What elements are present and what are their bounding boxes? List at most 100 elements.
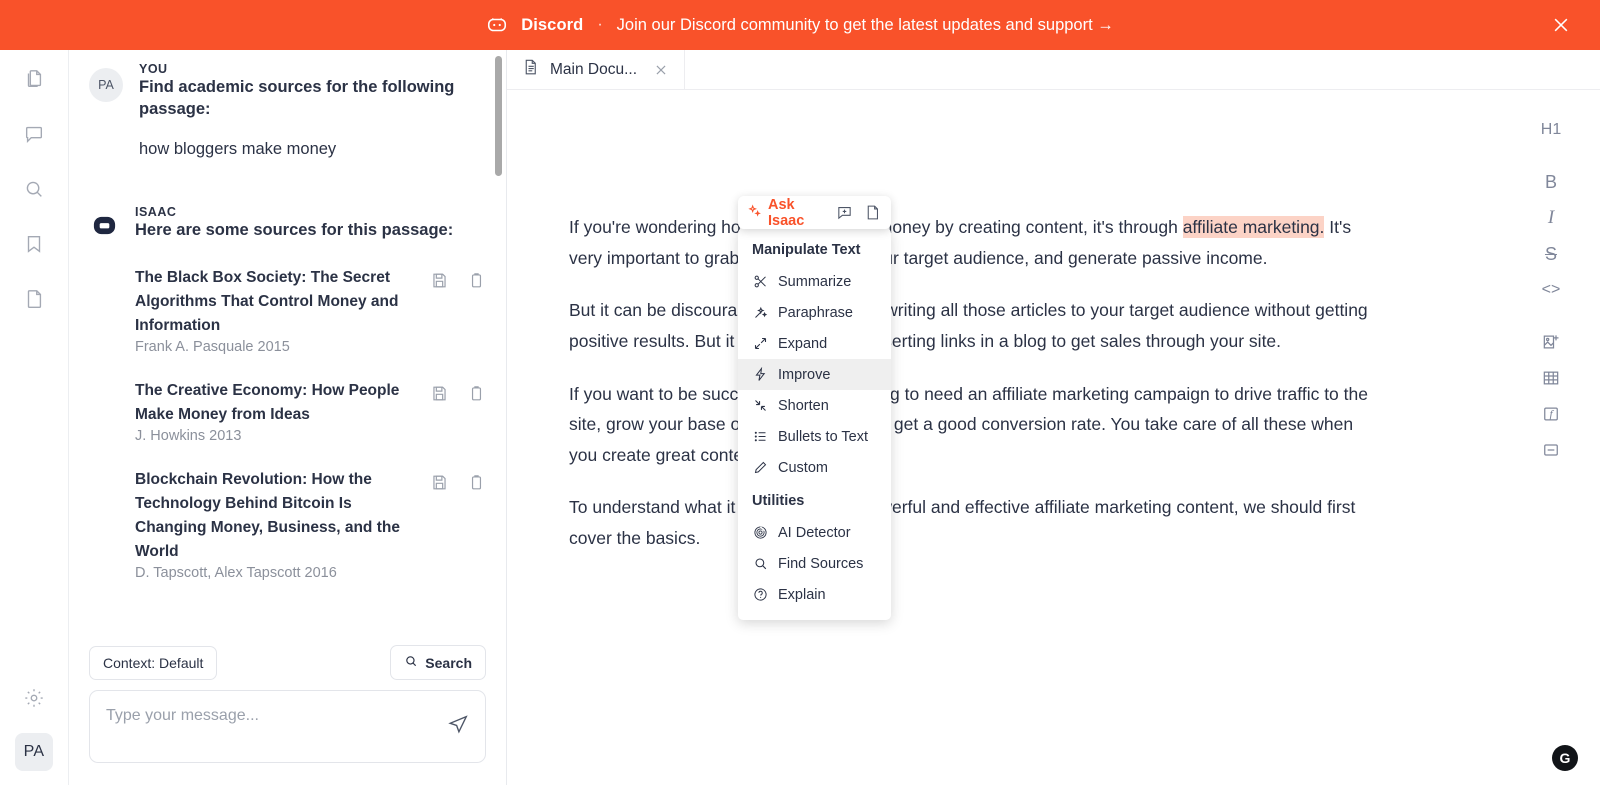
menu-item-ai-detector[interactable]: AI Detector: [738, 517, 891, 548]
context-button[interactable]: Context: Default: [89, 645, 218, 680]
sparkle-icon: [748, 204, 762, 222]
message-title: Find academic sources for the following …: [139, 78, 455, 118]
menu-item-label: AI Detector: [778, 524, 851, 541]
formula-icon[interactable]: f: [1533, 396, 1569, 432]
menu-item-find-sources[interactable]: Find Sources: [738, 548, 891, 579]
insert-image-icon[interactable]: [1533, 324, 1569, 360]
editor-panel: Main Docu... If you're wondering how blo…: [507, 50, 1600, 785]
app-root: Discord · Join our Discord community to …: [0, 0, 1600, 785]
ask-isaac-toolbar: Ask Isaac: [738, 196, 891, 229]
horizontal-rule-icon[interactable]: [1533, 432, 1569, 468]
chat-footer: Context: Default Search: [69, 645, 506, 785]
menu-item-paraphrase[interactable]: Paraphrase: [738, 297, 891, 328]
menu-item-summarize[interactable]: Summarize: [738, 266, 891, 297]
message-body: ISAAC Here are some sources for this pas…: [135, 205, 486, 581]
ask-isaac-button[interactable]: Ask Isaac: [748, 197, 825, 229]
code-icon[interactable]: <>: [1533, 272, 1569, 308]
source-actions: [430, 468, 486, 492]
chat-scrollbar[interactable]: [495, 56, 502, 176]
lightning-bolt-icon: [752, 367, 768, 382]
sidebar-item-search[interactable]: [17, 174, 51, 208]
formula-label: f: [1549, 406, 1553, 421]
insert-table-icon[interactable]: [1533, 360, 1569, 396]
document-body[interactable]: If you're wondering how bloggers make mo…: [507, 90, 1600, 554]
menu-item-label: Explain: [778, 586, 826, 603]
paragraph: To understand what it takes to create po…: [569, 497, 1356, 548]
copy-icon[interactable]: [467, 384, 486, 403]
menu-item-bullets-to-text[interactable]: Bullets to Text: [738, 421, 891, 452]
expand-arrows-icon: [752, 336, 768, 351]
grammar-badge-label: G: [1559, 750, 1571, 766]
copy-icon[interactable]: [467, 473, 486, 492]
bookmark-icon: [23, 233, 45, 260]
banner-brand: Discord: [521, 15, 584, 34]
tab-main-document[interactable]: Main Docu...: [507, 50, 686, 89]
grammar-check-badge[interactable]: G: [1552, 745, 1578, 771]
gear-icon: [23, 687, 45, 714]
strikethrough-icon[interactable]: S: [1533, 236, 1569, 272]
source-meta: Frank A. Pasquale 2015: [135, 338, 290, 355]
left-icon-rail: PA: [0, 50, 69, 785]
file-icon: [23, 288, 45, 315]
copy-icon[interactable]: [467, 271, 486, 290]
italic-label: I: [1547, 207, 1555, 228]
banner-separator: ·: [597, 16, 603, 33]
source-main: The Black Box Society: The Secret Algori…: [135, 266, 420, 355]
source-item[interactable]: Blockchain Revolution: How the Technolog…: [135, 468, 486, 581]
menu-item-explain[interactable]: Explain: [738, 579, 891, 610]
save-icon[interactable]: [430, 384, 449, 403]
discord-icon: [486, 14, 508, 36]
list-icon: [752, 429, 768, 444]
italic-icon[interactable]: I: [1533, 200, 1569, 236]
document-icon: [521, 58, 539, 81]
bold-icon[interactable]: B: [1533, 164, 1569, 200]
code-label: <>: [1541, 281, 1561, 298]
sidebar-item-chat[interactable]: [17, 119, 51, 153]
add-comment-icon[interactable]: [836, 204, 853, 221]
menu-item-label: Expand: [778, 335, 828, 352]
close-icon[interactable]: [654, 63, 668, 77]
avatar[interactable]: PA: [15, 733, 53, 771]
menu-item-custom[interactable]: Custom: [738, 452, 891, 483]
source-title: The Creative Economy: How People Make Mo…: [135, 381, 400, 423]
sidebar-item-documents[interactable]: [17, 64, 51, 98]
source-main: Blockchain Revolution: How the Technolog…: [135, 468, 420, 581]
sidebar-item-bookmarks[interactable]: [17, 229, 51, 263]
menu-item-label: Paraphrase: [778, 304, 853, 321]
banner-content[interactable]: Discord · Join our Discord community to …: [486, 14, 1114, 36]
source-title: The Black Box Society: The Secret Algori…: [135, 268, 399, 334]
sidebar-item-files[interactable]: [17, 284, 51, 318]
search-icon: [23, 178, 45, 205]
save-icon[interactable]: [430, 473, 449, 492]
page-icon[interactable]: [864, 204, 881, 221]
chat-scroll-area: PA YOU Find academic sources for the fol…: [69, 50, 506, 645]
source-meta: D. Tapscott, Alex Tapscott 2016: [135, 565, 337, 582]
message-author: YOU: [139, 62, 168, 76]
tab-label: Main Docu...: [550, 60, 638, 78]
settings-button[interactable]: [17, 683, 51, 717]
menu-item-label: Improve: [778, 366, 831, 383]
close-icon[interactable]: [1548, 12, 1574, 38]
search-button[interactable]: Search: [390, 645, 486, 680]
message-input[interactable]: [90, 691, 485, 741]
send-icon[interactable]: [447, 713, 469, 735]
menu-group-heading: Manipulate Text: [752, 242, 861, 258]
heading-1-icon[interactable]: H1: [1533, 112, 1569, 148]
heading-1-label: H1: [1540, 121, 1562, 138]
chat-icon: [23, 123, 45, 150]
source-main: The Creative Economy: How People Make Mo…: [135, 379, 420, 444]
menu-item-shorten[interactable]: Shorten: [738, 390, 891, 421]
source-item[interactable]: The Black Box Society: The Secret Algori…: [135, 266, 486, 355]
menu-item-improve[interactable]: Improve: [738, 359, 891, 390]
message-author: ISAAC: [135, 204, 177, 219]
robot-icon: [91, 212, 118, 244]
source-item[interactable]: The Creative Economy: How People Make Mo…: [135, 379, 486, 444]
isaac-avatar: [89, 213, 119, 243]
menu-item-expand[interactable]: Expand: [738, 328, 891, 359]
ask-isaac-menu: Manipulate Text Summarize Paraphrase Exp…: [738, 228, 891, 620]
question-circle-icon: [752, 587, 768, 602]
bold-label: B: [1544, 171, 1557, 192]
save-icon[interactable]: [430, 271, 449, 290]
menu-group-heading: Utilities: [752, 493, 805, 509]
paragraph: If you're wondering how bloggers make mo…: [569, 212, 1379, 273]
